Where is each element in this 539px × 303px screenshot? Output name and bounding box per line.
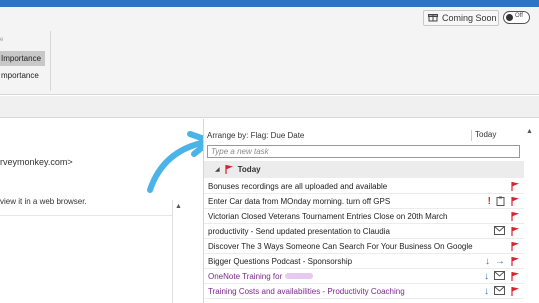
- coming-soon-toggle[interactable]: Off: [503, 11, 530, 24]
- folder-strip: [0, 96, 539, 118]
- task-title: Bonuses recordings are all uploaded and …: [208, 181, 388, 191]
- task-icons: [494, 224, 524, 239]
- title-bar: [0, 0, 539, 7]
- task-row[interactable]: OneNote Training for ↓: [204, 269, 524, 284]
- task-row[interactable]: Bigger Questions Podcast - Sponsorship ↓…: [204, 254, 524, 269]
- task-row[interactable]: Victorian Closed Veterans Tournament Ent…: [204, 209, 524, 224]
- task-icons: [510, 209, 524, 224]
- task-title: Enter Car data from MOnday morning. turn…: [208, 196, 391, 206]
- envelope-icon: [494, 286, 505, 297]
- low-importance-label: mportance: [1, 71, 39, 80]
- arrow-right-icon: →: [495, 256, 505, 267]
- task-title: Discover The 3 Ways Someone Can Search F…: [208, 241, 473, 251]
- toggle-label: Off: [515, 13, 523, 19]
- envelope-icon: [494, 271, 505, 282]
- reading-divider: [0, 215, 172, 216]
- toggle-knob: [506, 14, 513, 21]
- sender-email: rveymonkey.com>: [0, 157, 73, 167]
- task-title: Victorian Closed Veterans Tournament Ent…: [208, 211, 448, 221]
- task-row[interactable]: productivity - Send updated presentation…: [204, 224, 524, 239]
- flag-icon[interactable]: [510, 286, 520, 298]
- task-title: OneNote Training for: [208, 272, 313, 281]
- high-importance-icon: !: [487, 196, 491, 207]
- task-title: Bigger Questions Podcast - Sponsorship: [208, 256, 353, 266]
- task-row[interactable]: Bonuses recordings are all uploaded and …: [204, 179, 524, 194]
- arrange-by-label[interactable]: Arrange by: Flag: Due Date: [207, 131, 304, 140]
- ribbon-group-fragment: e: [0, 37, 4, 43]
- task-icons: ↓ →: [485, 254, 524, 269]
- task-icons: ↓: [484, 284, 524, 299]
- envelope-icon: [494, 226, 505, 237]
- task-title: productivity - Send updated presentation…: [208, 226, 390, 236]
- task-icons: [510, 239, 524, 254]
- clipboard-icon: [496, 196, 505, 208]
- high-importance-label: Importance: [1, 54, 42, 63]
- coming-soon-button[interactable]: Coming Soon: [423, 10, 499, 26]
- high-importance-button[interactable]: Importance: [0, 51, 45, 66]
- task-row[interactable]: Training Costs and availabilities - Prod…: [204, 284, 524, 299]
- task-icons: !: [488, 194, 524, 209]
- flag-icon[interactable]: [510, 241, 520, 253]
- task-row[interactable]: Enter Car data from MOnday morning. turn…: [204, 194, 524, 209]
- task-row[interactable]: Discover The 3 Ways Someone Can Search F…: [204, 239, 524, 254]
- arrow-down-icon: ↓: [485, 256, 490, 267]
- flag-icon[interactable]: [510, 181, 520, 193]
- task-title: Training Costs and availabilities - Prod…: [208, 286, 405, 296]
- flag-icon[interactable]: [510, 211, 520, 223]
- arrow-down-icon: ↓: [484, 286, 489, 297]
- flag-icon[interactable]: [510, 256, 520, 268]
- new-task-input[interactable]: Type a new task: [207, 145, 520, 158]
- ribbon-separator: [50, 31, 51, 91]
- flag-icon: [224, 164, 234, 176]
- column-header-today[interactable]: Today: [471, 130, 496, 141]
- group-header-today[interactable]: ◢ Today: [204, 161, 524, 178]
- coming-soon-label: Coming Soon: [442, 13, 497, 23]
- task-list: Bonuses recordings are all uploaded and …: [204, 179, 524, 299]
- reading-scrollbar[interactable]: ▲: [172, 200, 184, 303]
- task-icons: ↓: [484, 269, 524, 284]
- scroll-up-icon[interactable]: ▲: [175, 203, 182, 210]
- low-importance-button[interactable]: mportance: [0, 68, 45, 82]
- browser-message: view it in a web browser.: [0, 197, 87, 206]
- redacted-name: [284, 273, 313, 280]
- flag-icon[interactable]: [510, 226, 520, 238]
- arrow-down-icon: ↓: [484, 271, 489, 282]
- todo-pane: Arrange by: Flag: Due Date Today ▲ Type …: [203, 119, 539, 303]
- flag-icon[interactable]: [510, 196, 520, 208]
- scroll-up-icon[interactable]: ▲: [526, 128, 533, 135]
- gift-box-icon: [428, 12, 438, 24]
- group-label: Today: [237, 165, 261, 174]
- collapse-triangle-icon[interactable]: ◢: [215, 166, 220, 173]
- flag-icon[interactable]: [510, 271, 520, 283]
- task-icons: [510, 179, 524, 194]
